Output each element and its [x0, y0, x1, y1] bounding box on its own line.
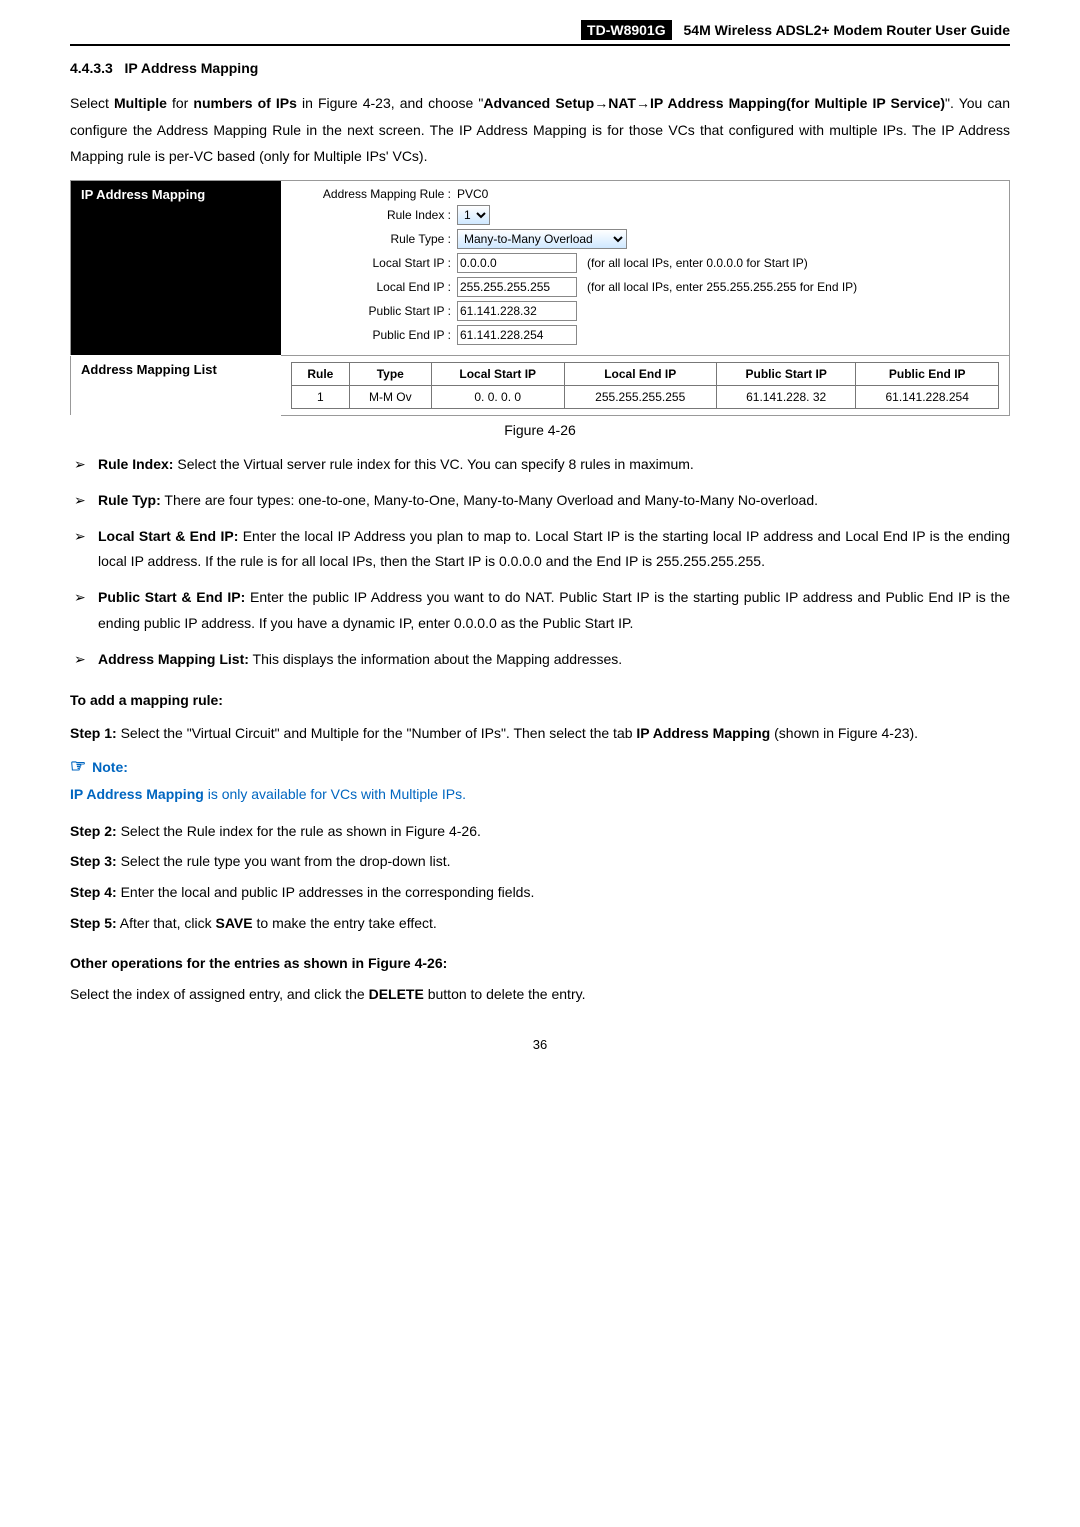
panel-bar-ip-address-mapping: IP Address Mapping [71, 180, 282, 355]
select-rule-index[interactable]: 1 [457, 205, 490, 225]
step-4: Step 4: Enter the local and public IP ad… [70, 879, 1010, 906]
step-5: Step 5: After that, click SAVE to make t… [70, 910, 1010, 937]
step-3: Step 3: Select the rule type you want fr… [70, 848, 1010, 875]
table-row: 1 M-M Ov 0. 0. 0. 0 255.255.255.255 61.1… [292, 385, 999, 408]
select-rule-type[interactable]: Many-to-Many Overload [457, 229, 627, 249]
hint-local-start-ip: (for all local IPs, enter 0.0.0.0 for St… [587, 256, 808, 270]
section-title: IP Address Mapping [125, 60, 259, 76]
step-2: Step 2: Select the Rule index for the ru… [70, 818, 1010, 845]
hint-local-end-ip: (for all local IPs, enter 255.255.255.25… [587, 280, 857, 294]
col-type: Type [349, 362, 431, 385]
list-item: Rule Index: Select the Virtual server ru… [98, 452, 1010, 478]
section-number: 4.4.3.3 [70, 60, 113, 76]
value-address-mapping-rule: PVC0 [457, 187, 488, 201]
other-ops-heading: Other operations for the entries as show… [70, 950, 1010, 977]
label-rule-index: Rule Index : [291, 208, 457, 222]
label-address-mapping-rule: Address Mapping Rule : [291, 187, 457, 201]
doc-title: 54M Wireless ADSL2+ Modem Router User Gu… [684, 22, 1011, 38]
col-public-end: Public End IP [856, 362, 999, 385]
label-rule-type: Rule Type : [291, 232, 457, 246]
doc-header: TD-W8901G 54M Wireless ADSL2+ Modem Rout… [70, 20, 1010, 46]
list-item: Local Start & End IP: Enter the local IP… [98, 524, 1010, 576]
list-item: Rule Typ: There are four types: one-to-o… [98, 488, 1010, 514]
col-rule: Rule [292, 362, 350, 385]
label-public-start-ip: Public Start IP : [291, 304, 457, 318]
col-local-end: Local End IP [564, 362, 716, 385]
input-public-end-ip[interactable] [457, 325, 577, 345]
label-local-end-ip: Local End IP : [291, 280, 457, 294]
address-mapping-table: Rule Type Local Start IP Local End IP Pu… [291, 362, 999, 409]
panel-bar-address-mapping-list: Address Mapping List [71, 355, 282, 415]
model-badge: TD-W8901G [581, 20, 672, 40]
col-public-start: Public Start IP [716, 362, 855, 385]
note-label: Note: [92, 759, 128, 775]
note-heading: ☞ Note: [70, 756, 1010, 777]
bullet-list: Rule Index: Select the Virtual server ru… [70, 452, 1010, 673]
list-item: Public Start & End IP: Enter the public … [98, 585, 1010, 637]
input-local-start-ip[interactable] [457, 253, 577, 273]
page-number: 36 [70, 1037, 1010, 1052]
note-text: IP Address Mapping is only available for… [70, 781, 1010, 808]
ip-mapping-panel: IP Address Mapping Address Mapping Rule … [70, 180, 1010, 416]
input-local-end-ip[interactable] [457, 277, 577, 297]
pointing-hand-icon: ☞ [70, 756, 86, 776]
add-rule-heading: To add a mapping rule: [70, 687, 1010, 714]
label-local-start-ip: Local Start IP : [291, 256, 457, 270]
section-heading: 4.4.3.3 IP Address Mapping [70, 60, 1010, 76]
step-1: Step 1: Select the "Virtual Circuit" and… [70, 720, 1010, 747]
figure-caption: Figure 4-26 [70, 422, 1010, 438]
list-item: Address Mapping List: This displays the … [98, 647, 1010, 673]
label-public-end-ip: Public End IP : [291, 328, 457, 342]
input-public-start-ip[interactable] [457, 301, 577, 321]
col-local-start: Local Start IP [431, 362, 564, 385]
intro-paragraph: Select Multiple for numbers of IPs in Fi… [70, 90, 1010, 170]
other-ops-text: Select the index of assigned entry, and … [70, 981, 1010, 1008]
